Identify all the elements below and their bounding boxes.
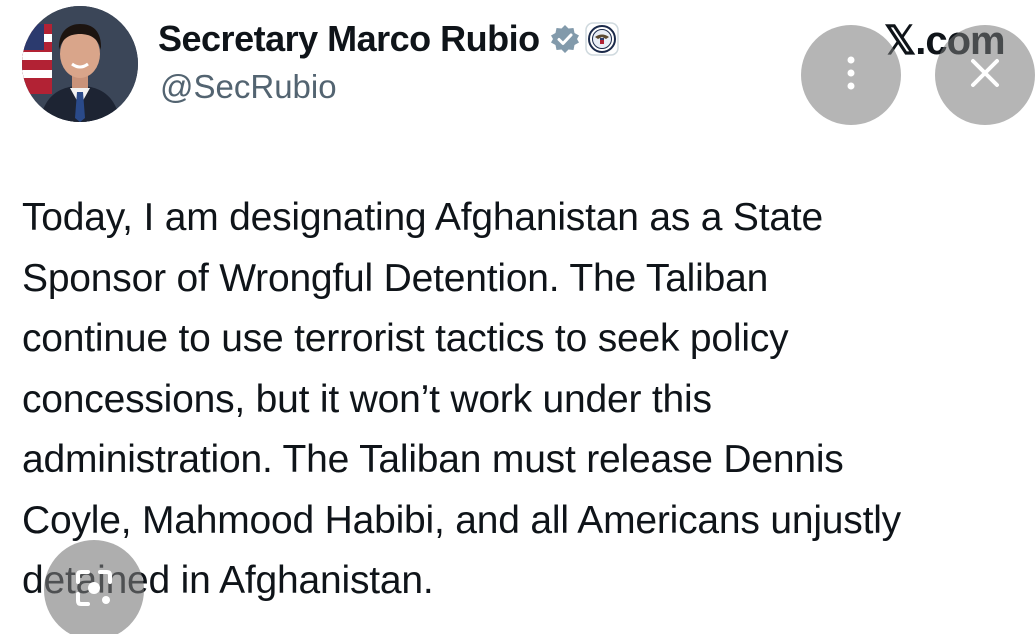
lens-search-icon xyxy=(72,566,116,614)
author-name-row: Secretary Marco Rubio xyxy=(158,14,619,64)
more-options-button[interactable] xyxy=(801,25,901,125)
avatar[interactable] xyxy=(22,6,138,122)
author-handle[interactable]: @SecRubio xyxy=(160,68,337,106)
verified-badge-icon[interactable] xyxy=(550,24,580,54)
close-icon xyxy=(968,56,1002,94)
lens-search-button[interactable] xyxy=(44,540,144,634)
more-vertical-icon xyxy=(844,53,858,97)
tweet-text: Today, I am designating Afghanistan as a… xyxy=(22,196,901,602)
close-button[interactable] xyxy=(935,25,1035,125)
author-display-name[interactable]: Secretary Marco Rubio xyxy=(158,18,540,60)
avatar-photo xyxy=(22,6,138,122)
state-department-seal-icon[interactable] xyxy=(584,22,619,56)
